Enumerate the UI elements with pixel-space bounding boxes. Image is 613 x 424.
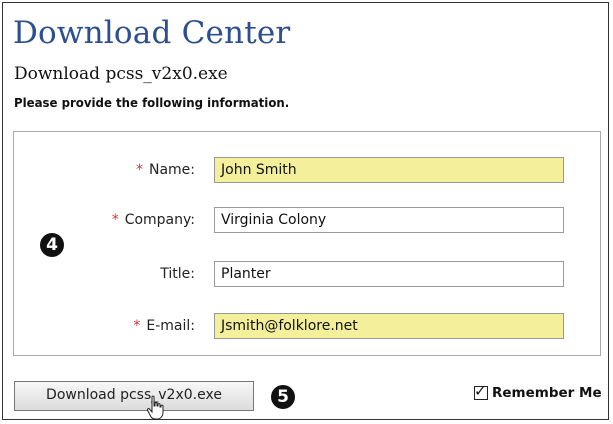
- remember-me-label: Remember Me: [492, 385, 602, 401]
- download-button[interactable]: Download pcss_v2x0.exe: [14, 381, 254, 411]
- required-marker: *: [111, 212, 119, 228]
- required-marker: *: [135, 162, 143, 178]
- required-marker: *: [133, 318, 141, 334]
- step-5-badge: 5: [271, 385, 295, 409]
- hand-cursor-icon: [146, 395, 164, 420]
- name-field[interactable]: John Smith: [214, 157, 564, 183]
- form-row-title: Title: Planter: [14, 261, 600, 289]
- remember-me-option[interactable]: ✓ Remember Me: [474, 382, 602, 401]
- form-instruction: Please provide the following information…: [14, 95, 290, 110]
- name-label: * Name:: [135, 162, 195, 178]
- check-icon: ✓: [474, 382, 487, 400]
- page-title: Download Center: [13, 15, 291, 51]
- company-field[interactable]: Virginia Colony: [214, 207, 564, 233]
- step-4-badge: 4: [40, 233, 64, 257]
- download-filename-heading: Download pcss_v2x0.exe: [14, 64, 228, 84]
- registration-form: * Name: John Smith * Company: Virginia Col…: [13, 131, 601, 356]
- form-row-company: * Company: Virginia Colony: [14, 207, 600, 235]
- remember-me-checkbox[interactable]: ✓: [474, 382, 488, 400]
- company-label: * Company:: [111, 212, 195, 228]
- form-row-email: * E-mail: Jsmith@folklore.net: [14, 313, 600, 341]
- email-label: * E-mail:: [133, 318, 195, 334]
- form-row-name: * Name: John Smith: [14, 157, 600, 185]
- title-field[interactable]: Planter: [214, 261, 564, 287]
- email-field[interactable]: Jsmith@folklore.net: [214, 313, 564, 339]
- title-label: Title:: [160, 266, 195, 282]
